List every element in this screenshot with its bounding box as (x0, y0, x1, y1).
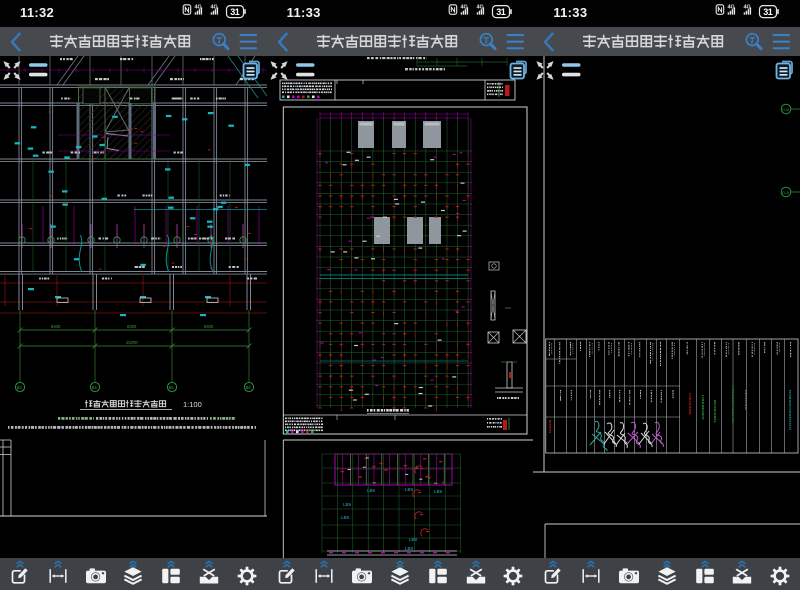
svg-text:B3: B3 (17, 385, 23, 390)
svg-text:LB9: LB9 (405, 546, 414, 551)
svg-text:B4: B4 (92, 385, 98, 390)
svg-text:LB9: LB9 (434, 489, 443, 494)
svg-text:LB9: LB9 (367, 488, 376, 493)
svg-text:LB9: LB9 (405, 487, 414, 492)
svg-text:LB9: LB9 (343, 502, 352, 507)
svg-text:D-B: D-B (783, 107, 790, 112)
svg-text:8400: 8400 (127, 324, 137, 329)
svg-text:B6: B6 (246, 385, 252, 390)
svg-text:8400: 8400 (204, 324, 214, 329)
svg-text:D-A: D-A (783, 190, 790, 195)
svg-text:25200: 25200 (126, 340, 138, 345)
svg-text:8400: 8400 (51, 324, 61, 329)
svg-text:LB9: LB9 (341, 515, 350, 520)
svg-text:B5: B5 (169, 385, 175, 390)
svg-text:1:100: 1:100 (183, 400, 202, 409)
svg-text:LB9: LB9 (409, 537, 418, 542)
